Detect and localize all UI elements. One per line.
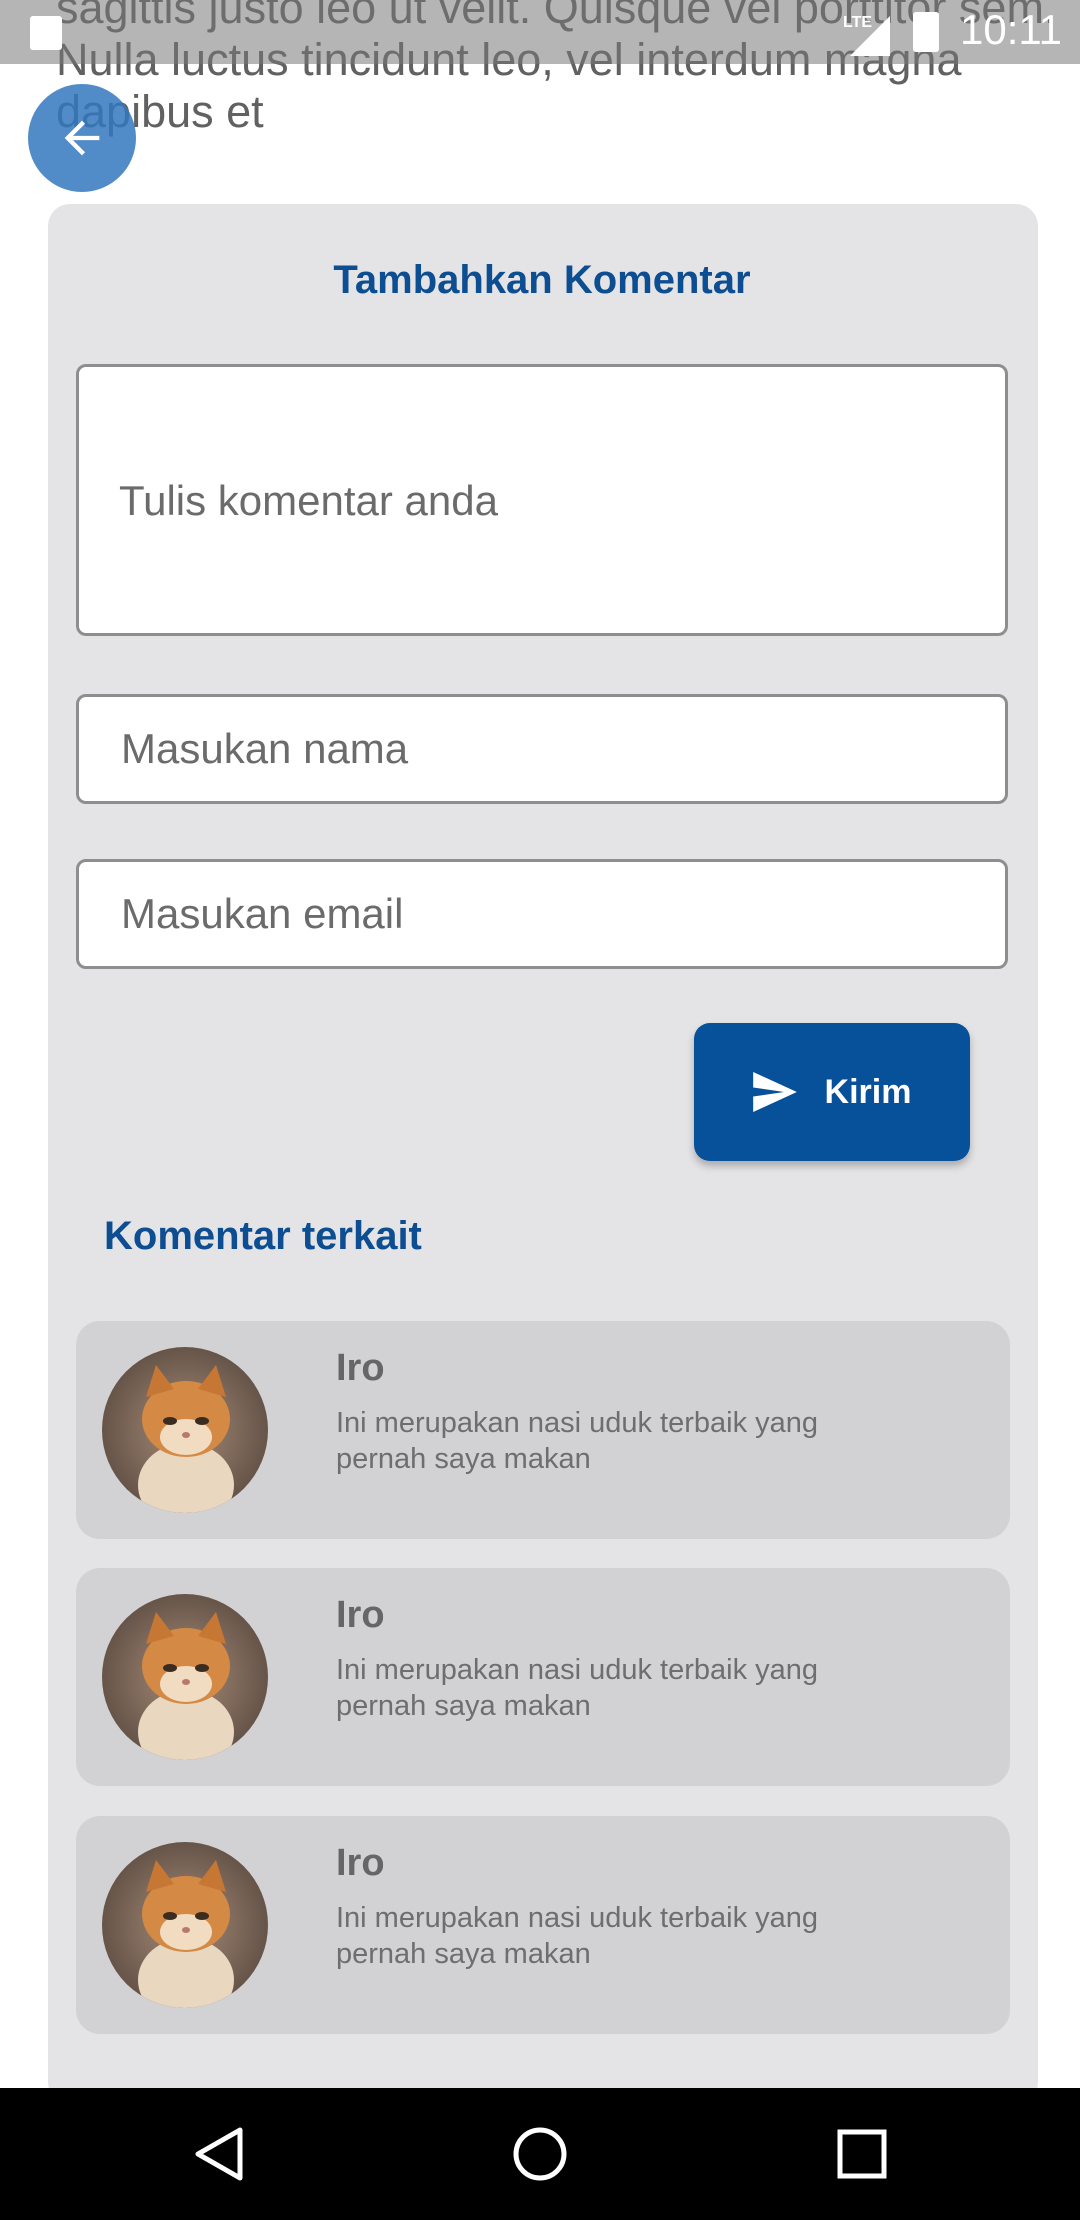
comment-text: Ini merupakan nasi uduk terbaik yang per… bbox=[336, 1654, 819, 1722]
name-placeholder: Masukan nama bbox=[121, 725, 409, 772]
signal-icon bbox=[850, 16, 890, 56]
sd-card-icon bbox=[30, 16, 62, 50]
name-input[interactable]: Masukan nama bbox=[76, 694, 1008, 804]
square-recents-icon[interactable] bbox=[834, 2126, 890, 2182]
comment-author: Iro bbox=[336, 1594, 385, 1636]
arrow-back-icon bbox=[64, 120, 100, 156]
comment-author: Iro bbox=[336, 1347, 385, 1389]
avatar bbox=[102, 1594, 268, 1760]
email-placeholder: Masukan email bbox=[121, 890, 404, 937]
cat-avatar-image bbox=[102, 1347, 268, 1513]
send-icon bbox=[752, 1072, 797, 1112]
comment-page: sagittis justo leo ut velit. Quisque vel… bbox=[0, 0, 1080, 2220]
list-item: Iro Ini merupakan nasi uduk terbaik yang… bbox=[76, 1321, 1010, 1539]
comment-textarea[interactable]: Tulis komentar anda bbox=[76, 364, 1008, 636]
list-item: Iro Ini merupakan nasi uduk terbaik yang… bbox=[76, 1816, 1010, 2034]
status-bar: LTE 10:11 bbox=[0, 0, 1080, 64]
back-button[interactable] bbox=[28, 84, 136, 192]
avatar bbox=[102, 1842, 268, 2008]
comment-text: Ini merupakan nasi uduk terbaik yang per… bbox=[336, 1407, 819, 1475]
submit-button-label: Kirim bbox=[824, 1072, 912, 1111]
comment-author: Iro bbox=[336, 1842, 385, 1884]
battery-charging-icon bbox=[913, 12, 939, 52]
list-item: Iro Ini merupakan nasi uduk terbaik yang… bbox=[76, 1568, 1010, 1786]
comment-text: Ini merupakan nasi uduk terbaik yang per… bbox=[336, 1902, 819, 1970]
related-comments-title: Komentar terkait bbox=[104, 1214, 422, 1258]
system-navigation-bar bbox=[0, 2088, 1080, 2220]
submit-button[interactable]: Kirim bbox=[694, 1023, 970, 1161]
cat-avatar-image bbox=[102, 1842, 268, 2008]
avatar bbox=[102, 1347, 268, 1513]
form-title: Tambahkan Komentar bbox=[333, 258, 751, 302]
email-input[interactable]: Masukan email bbox=[76, 859, 1008, 969]
circle-home-icon[interactable] bbox=[512, 2126, 568, 2182]
comment-placeholder: Tulis komentar anda bbox=[119, 477, 498, 524]
triangle-back-icon[interactable] bbox=[192, 2126, 248, 2182]
clock: 10:11 bbox=[960, 6, 1062, 53]
cat-avatar-image bbox=[102, 1594, 268, 1760]
